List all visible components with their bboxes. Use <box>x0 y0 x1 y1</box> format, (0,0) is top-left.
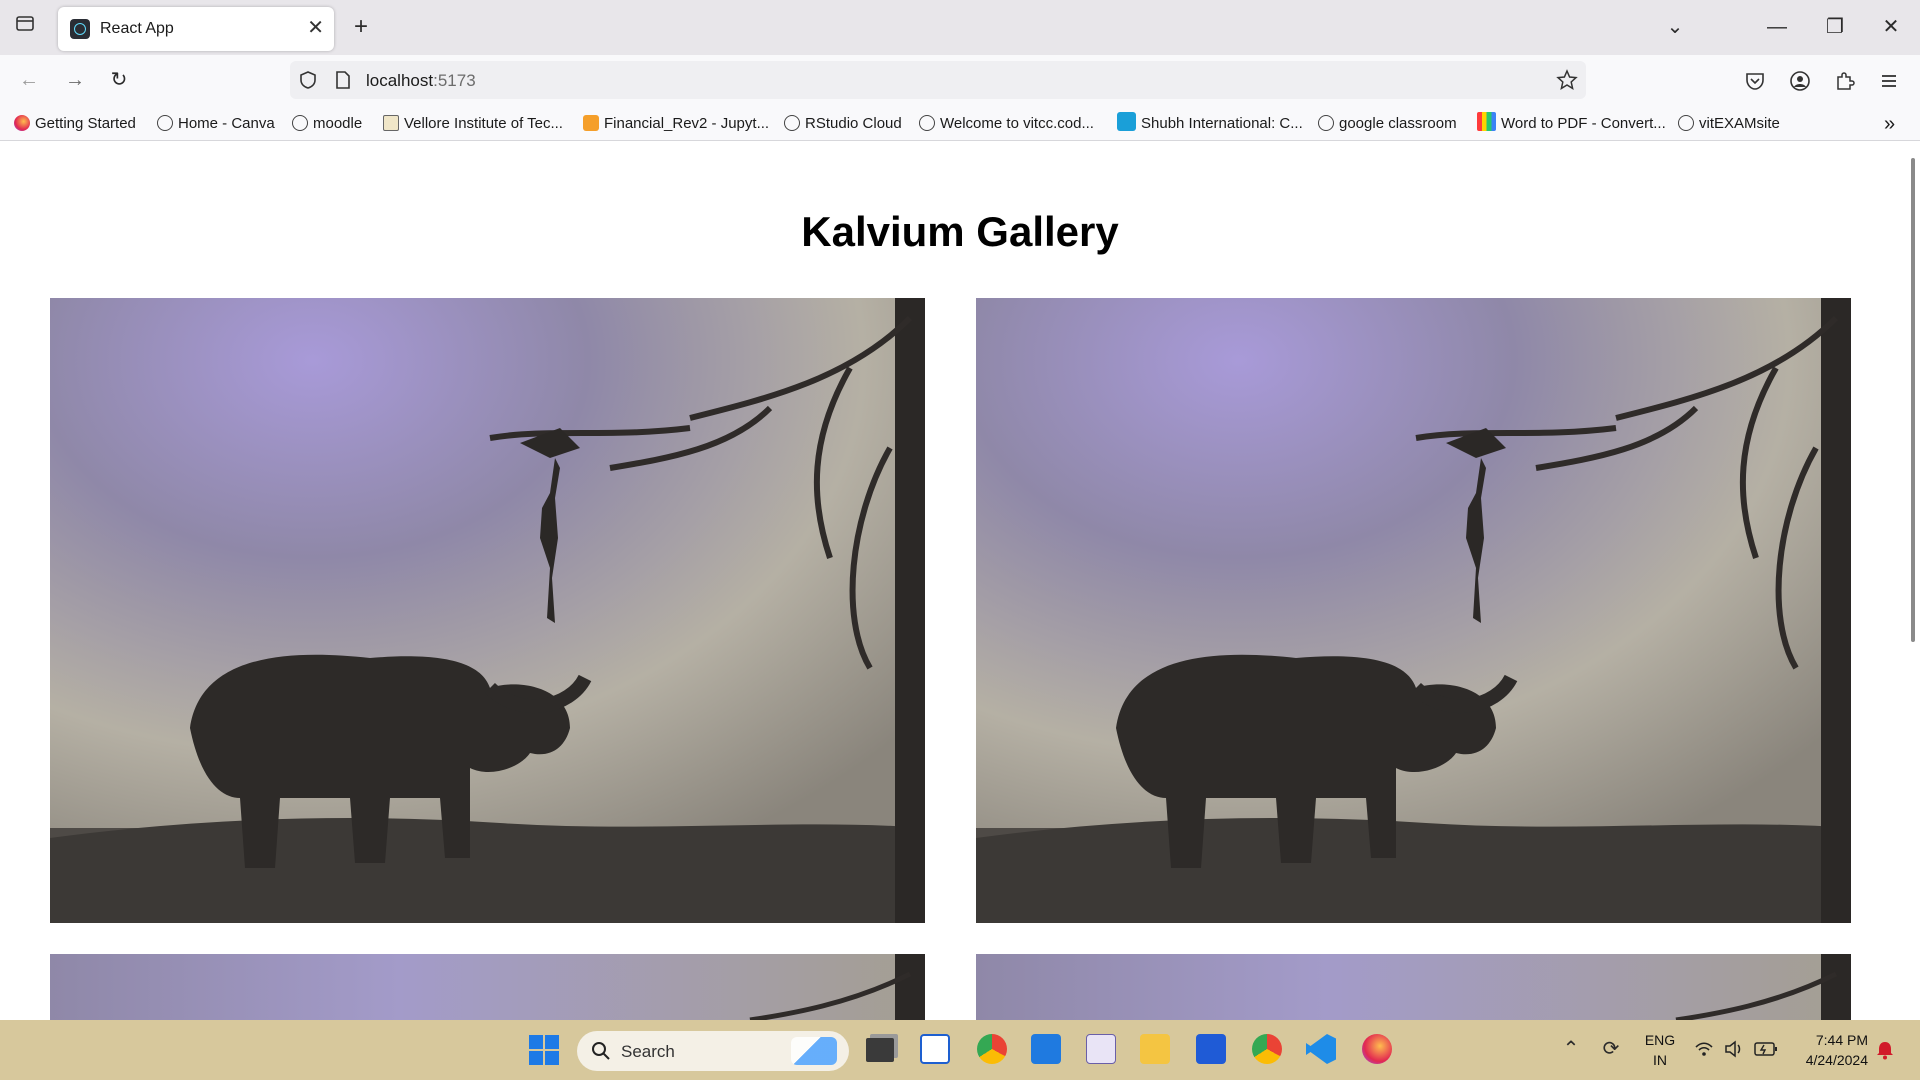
bookmark-financial-rev2[interactable]: Financial_Rev2 - Jupyt... <box>583 112 769 136</box>
windows-start-icon[interactable] <box>528 1034 560 1071</box>
gallery-image <box>976 954 1851 1020</box>
bookmark-home-canva[interactable]: Home - Canva <box>157 112 275 136</box>
vit-app-icon[interactable] <box>1086 1034 1116 1064</box>
tab-react-app[interactable]: React App ✕ <box>58 7 334 51</box>
reload-icon[interactable]: ↻ <box>104 65 134 95</box>
volume-icon[interactable] <box>1724 1040 1746 1063</box>
url-text: localhost:5173 <box>366 71 476 90</box>
bookmark-vitexamsite[interactable]: vitEXAMsite <box>1678 112 1780 136</box>
page-info-icon[interactable] <box>334 70 352 95</box>
close-tab-icon[interactable]: ✕ <box>307 17 324 39</box>
notification-bell-icon[interactable] <box>1876 1040 1894 1065</box>
extensions-puzzle-icon[interactable] <box>1834 70 1856 97</box>
bookmark-rstudio-cloud[interactable]: RStudio Cloud <box>784 112 902 136</box>
gallery-image <box>976 298 1851 923</box>
bookmark-getting-started[interactable]: Getting Started <box>14 112 136 136</box>
search-highlight-icon <box>791 1037 837 1065</box>
word-icon[interactable] <box>1196 1034 1226 1064</box>
bookmark-vit[interactable]: Vellore Institute of Tec... <box>383 112 563 136</box>
bookmarks-overflow-chevron-icon[interactable]: » <box>1884 112 1895 136</box>
bookmark-star-icon[interactable] <box>1556 69 1578 96</box>
back-arrow-icon[interactable]: ← <box>14 65 44 95</box>
navigation-toolbar: ← → ↻ localhost:5173 <box>0 55 1920 107</box>
restore-window-icon[interactable]: ❐ <box>1820 12 1850 42</box>
language-indicator[interactable]: ENG IN <box>1642 1030 1678 1070</box>
page-scrollbar[interactable] <box>1911 158 1915 642</box>
file-explorer-icon[interactable] <box>1140 1034 1170 1064</box>
globe-icon <box>292 115 308 131</box>
search-icon <box>591 1041 611 1066</box>
globe-icon <box>1678 115 1694 131</box>
tab-title: React App <box>100 20 174 37</box>
tracking-shield-icon[interactable] <box>298 70 318 95</box>
task-view-icon[interactable] <box>866 1038 894 1062</box>
snipping-tool-icon[interactable] <box>920 1034 950 1064</box>
bookmark-word-to-pdf[interactable]: Word to PDF - Convert... <box>1477 112 1666 136</box>
search-placeholder: Search <box>621 1042 675 1061</box>
react-favicon-icon <box>70 19 90 39</box>
globe-icon <box>1318 115 1334 131</box>
address-bar[interactable]: localhost:5173 <box>290 61 1586 99</box>
battery-icon[interactable] <box>1754 1041 1778 1062</box>
jupyter-icon <box>583 115 599 131</box>
vit-logo-icon <box>383 115 399 131</box>
forward-arrow-icon[interactable]: → <box>60 65 90 95</box>
minimize-window-icon[interactable]: — <box>1762 12 1792 42</box>
vscode-icon[interactable] <box>1306 1034 1336 1064</box>
bookmark-vitcc-codes[interactable]: Welcome to vitcc.cod... <box>919 112 1094 136</box>
bookmark-shubh-international[interactable]: Shubh International: C... <box>1117 112 1303 136</box>
chrome-profile-icon[interactable] <box>1252 1034 1282 1064</box>
chrome-icon[interactable] <box>977 1034 1007 1064</box>
firefox-taskbar-icon[interactable] <box>1362 1034 1392 1064</box>
page-title: Kalvium Gallery <box>801 208 1119 255</box>
taskbar-search[interactable]: Search <box>577 1031 849 1071</box>
bookmark-google-classroom[interactable]: google classroom <box>1318 112 1457 136</box>
new-tab-icon[interactable]: + <box>346 12 376 42</box>
globe-icon <box>784 115 800 131</box>
word-to-pdf-icon <box>1477 112 1496 131</box>
elephant-drawing-image <box>976 954 1851 1020</box>
gallery-image <box>50 298 925 923</box>
page-content: Kalvium Gallery <box>0 142 1920 1020</box>
windows-taskbar: Search ⌃ ⟳ ENG IN 7:44 PM 4/24/2024 <box>0 1020 1920 1080</box>
show-hidden-icons-chevron-icon[interactable]: ⌃ <box>1556 1034 1586 1064</box>
globe-icon <box>157 115 173 131</box>
tab-overflow-chevron-icon[interactable]: ⌄ <box>1660 12 1690 42</box>
firefox-icon <box>14 115 30 131</box>
bookmark-moodle[interactable]: moodle <box>292 112 362 136</box>
taskbar-clock[interactable]: 7:44 PM 4/24/2024 <box>1788 1030 1868 1070</box>
globe-icon <box>919 115 935 131</box>
mail-icon[interactable] <box>1031 1034 1061 1064</box>
close-window-icon[interactable]: ✕ <box>1876 12 1906 42</box>
sync-icon[interactable]: ⟳ <box>1596 1034 1626 1064</box>
shubh-logo-icon <box>1117 112 1136 131</box>
wifi-icon[interactable] <box>1694 1040 1714 1063</box>
menu-hamburger-icon[interactable] <box>1878 70 1900 97</box>
bookmarks-toolbar: Getting Started Home - Canva moodle Vell… <box>0 107 1920 141</box>
pocket-icon[interactable] <box>1744 70 1766 97</box>
tab-list-icon[interactable] <box>10 12 40 42</box>
gallery-image <box>50 954 925 1020</box>
elephant-drawing-image <box>976 298 1851 923</box>
elephant-drawing-image <box>50 298 925 923</box>
tab-bar: React App ✕ + ⌄ — ❐ ✕ <box>0 0 1920 55</box>
account-icon[interactable] <box>1789 70 1811 97</box>
elephant-drawing-image <box>50 954 925 1020</box>
